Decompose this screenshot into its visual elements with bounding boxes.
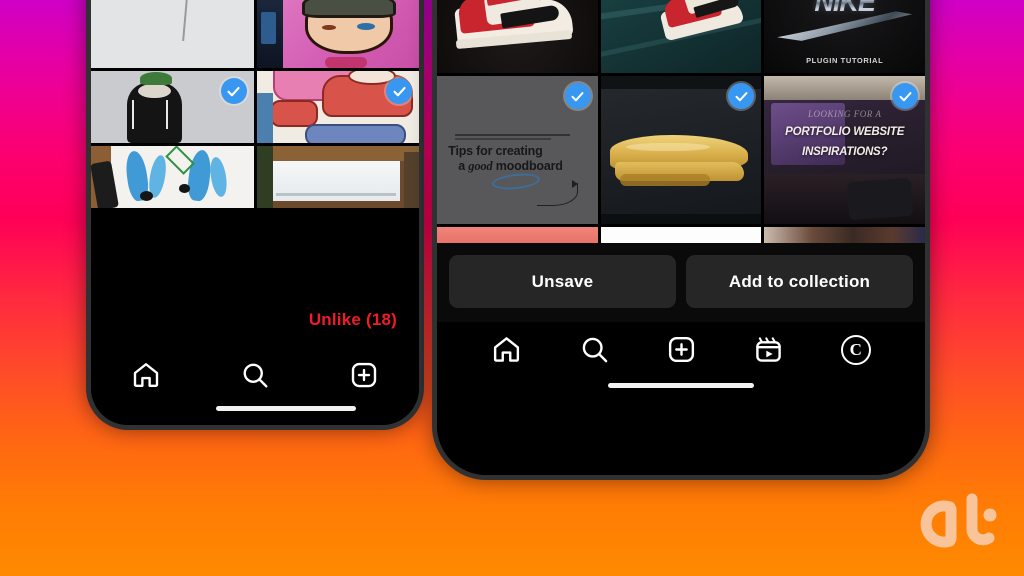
right-phone-frame: CHROMETYPE THROUGH PHOTOSHOP NIKE PLUGIN… (432, 0, 930, 480)
unlike-action-bar[interactable]: Unlike (18) (91, 296, 419, 346)
grid-tile[interactable]: Tips for creating a good moodboard (437, 76, 598, 224)
grid-tile[interactable] (256, 0, 419, 68)
nav-search-button[interactable] (579, 334, 610, 365)
grid-tile[interactable] (91, 0, 254, 68)
nav-reels-button[interactable] (753, 334, 784, 365)
selected-check-badge[interactable] (892, 83, 918, 109)
guiding-tech-watermark (910, 493, 1002, 560)
tile-caption-line2b: moodboard (492, 159, 563, 174)
grid-tile[interactable] (91, 146, 254, 208)
nav-add-post-button[interactable] (666, 334, 697, 365)
nav-home-button[interactable] (491, 334, 522, 365)
tile-artwork: CHROMETYPE THROUGH PHOTOSHOP NIKE PLUGIN… (764, 0, 925, 73)
grid-tile[interactable] (600, 0, 762, 73)
grid-tile[interactable] (764, 227, 925, 243)
right-phone-screen: CHROMETYPE THROUGH PHOTOSHOP NIKE PLUGIN… (437, 0, 925, 475)
left-phone-screen: PRIME MEAT EXTRAORDI (91, 0, 419, 425)
selected-check-badge[interactable] (220, 78, 247, 104)
unlike-label[interactable]: Unlike (18) (309, 310, 397, 329)
unsave-button[interactable]: Unsave (449, 255, 676, 308)
tile-caption-em: good (468, 159, 493, 174)
liked-posts-grid: PRIME MEAT EXTRAORDI (91, 0, 419, 215)
tile-artwork (600, 0, 762, 73)
selected-check-badge[interactable] (564, 83, 591, 109)
tile-artwork (600, 227, 762, 243)
nav-search-button[interactable] (240, 360, 270, 390)
left-phone-frame: PRIME MEAT EXTRAORDI (86, 0, 424, 430)
grid-tile[interactable] (256, 71, 419, 143)
grid-tile[interactable] (91, 71, 254, 143)
tile-caption-line2a: a (458, 159, 469, 174)
tile-caption-bottom: PLUGIN TUTORIAL (806, 56, 884, 65)
right-home-indicator (437, 371, 925, 406)
saved-posts-grid: CHROMETYPE THROUGH PHOTOSHOP NIKE PLUGIN… (437, 0, 925, 243)
tile-artwork (91, 0, 254, 68)
add-to-collection-button-label: Add to collection (728, 271, 871, 291)
tile-caption-top: LOOKING FOR A (807, 108, 882, 119)
grid-tile[interactable] (437, 0, 598, 73)
tile-artwork (437, 0, 598, 73)
nav-profile-button[interactable]: C (840, 334, 871, 365)
tile-artwork (437, 227, 598, 243)
tile-artwork (91, 146, 254, 208)
left-phone-bezel: PRIME MEAT EXTRAORDI (91, 0, 419, 425)
right-phone-bezel: CHROMETYPE THROUGH PHOTOSHOP NIKE PLUGIN… (437, 0, 925, 475)
tile-artwork (256, 146, 419, 208)
tile-caption-mid: PORTFOLIO WEBSITE (785, 126, 905, 139)
grid-tile[interactable] (600, 76, 762, 224)
profile-avatar-initial: C (849, 340, 862, 359)
left-home-indicator (91, 396, 419, 425)
tile-caption-bottom: INSPIRATIONS? (801, 145, 888, 158)
saved-action-bar: Unsave Add to collection (437, 243, 925, 322)
unsave-button-label: Unsave (531, 271, 594, 291)
tile-artwork (256, 0, 419, 68)
left-bottom-nav (91, 346, 419, 396)
grid-tile[interactable] (600, 227, 762, 243)
selected-check-badge[interactable] (386, 78, 412, 104)
grid-tile[interactable]: LOOKING FOR A PORTFOLIO WEBSITE INSPIRAT… (764, 76, 925, 224)
nav-add-post-button[interactable] (349, 360, 379, 390)
right-bottom-nav: C (437, 322, 925, 371)
nav-home-button[interactable] (131, 360, 161, 390)
tile-artwork (764, 227, 925, 243)
grid-tile[interactable]: CHROMETYPE THROUGH PHOTOSHOP NIKE PLUGIN… (764, 0, 925, 73)
tile-caption-line1: Tips for creating (448, 144, 543, 159)
grid-tile[interactable] (437, 227, 598, 243)
add-to-collection-button[interactable]: Add to collection (686, 255, 913, 308)
grid-tile[interactable] (256, 146, 419, 208)
